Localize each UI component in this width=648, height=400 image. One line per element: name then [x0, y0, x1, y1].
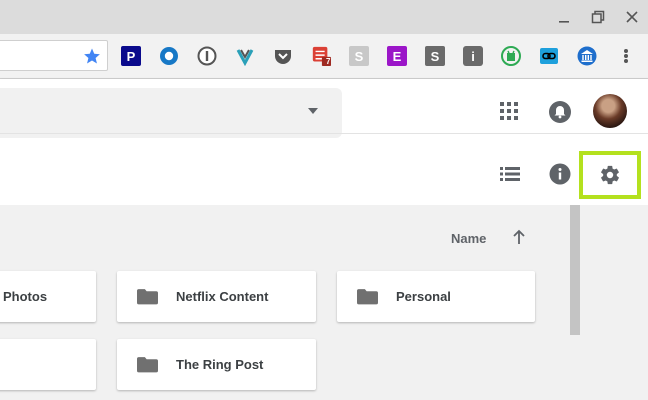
todoist-badge: 7: [326, 57, 331, 66]
folder-name: The Ring Post: [176, 357, 264, 372]
arrow-up-icon[interactable]: [512, 229, 526, 245]
s-extension-glyph: S: [354, 48, 364, 64]
folder-card[interactable]: Personal: [337, 271, 535, 322]
circle-extension-icon[interactable]: [159, 46, 179, 66]
folder-card[interactable]: Photos: [0, 271, 96, 322]
folder-card[interactable]: Netflix Content: [117, 271, 316, 322]
folder-icon: [137, 289, 158, 305]
close-icon[interactable]: [620, 6, 644, 28]
folder-card[interactable]: [0, 339, 96, 390]
v-extension-icon[interactable]: [235, 46, 255, 66]
folder-name: Netflix Content: [176, 289, 269, 304]
search-input[interactable]: [0, 88, 342, 138]
s-dark-extension-icon[interactable]: S: [425, 46, 445, 66]
sort-label[interactable]: Name: [451, 231, 486, 246]
info-icon[interactable]: [549, 163, 571, 185]
p-extension-glyph: P: [126, 48, 136, 64]
apps-grid-icon[interactable]: [500, 102, 518, 120]
settings-highlight: [579, 151, 641, 199]
restore-icon[interactable]: [586, 6, 610, 28]
bell-icon[interactable]: [548, 100, 572, 124]
window-titlebar: [0, 0, 648, 34]
folder-icon: [137, 357, 158, 373]
1password-extension-icon[interactable]: [197, 46, 217, 66]
main-content: [0, 205, 648, 400]
folder-name: Photos: [3, 289, 48, 304]
android-extension-icon[interactable]: [501, 46, 521, 66]
p-extension-icon[interactable]: P: [121, 46, 141, 66]
folder-icon: [357, 289, 378, 305]
pocket-extension-icon[interactable]: [273, 46, 293, 66]
caret-down-icon[interactable]: [307, 107, 319, 115]
s-extension-icon[interactable]: S: [349, 46, 369, 66]
list-view-icon[interactable]: [500, 166, 520, 182]
kebab-menu-icon[interactable]: [622, 46, 630, 66]
todoist-extension-icon[interactable]: 7: [311, 46, 331, 66]
bank-extension-icon[interactable]: [577, 46, 597, 66]
header-divider: [0, 133, 648, 134]
folder-name: Personal: [396, 289, 451, 304]
i-extension-glyph: i: [471, 48, 475, 64]
drive-header: [0, 79, 648, 205]
e-extension-glyph: E: [392, 48, 402, 64]
address-bar[interactable]: [0, 40, 108, 71]
star-icon[interactable]: [83, 47, 101, 65]
folder-card[interactable]: The Ring Post: [117, 339, 316, 390]
i-extension-icon[interactable]: i: [463, 46, 483, 66]
minimize-icon[interactable]: [552, 6, 576, 28]
e-extension-icon[interactable]: E: [387, 46, 407, 66]
browser-toolbar: P 7 S E S i: [0, 34, 648, 79]
scrollbar[interactable]: [570, 205, 580, 335]
avatar[interactable]: [593, 94, 627, 128]
s-dark-extension-glyph: S: [430, 48, 440, 64]
link-extension-icon[interactable]: [539, 46, 559, 66]
